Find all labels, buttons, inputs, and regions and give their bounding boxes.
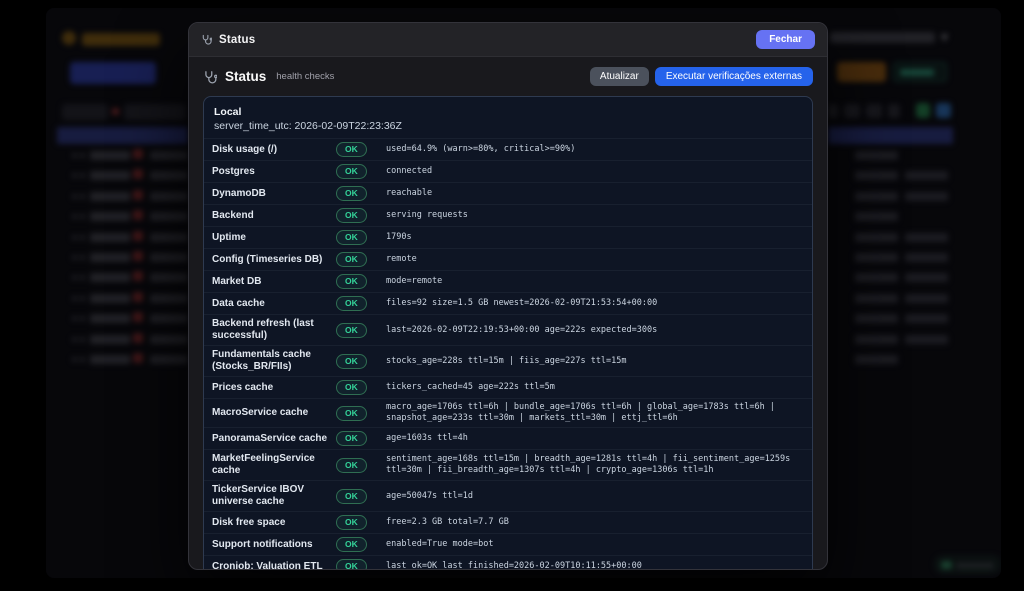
check-label: Prices cache xyxy=(212,382,330,394)
check-row: Support notifications OK enabled=True mo… xyxy=(204,533,812,555)
check-label: Fundamentals cache (Stocks_BR/FIIs) xyxy=(212,349,330,373)
check-label: Backend refresh (last successful) xyxy=(212,318,330,342)
stethoscope-icon xyxy=(203,70,217,84)
check-label: Disk usage (/) xyxy=(212,144,330,156)
check-row: Prices cache OK tickers_cached=45 age=22… xyxy=(204,376,812,398)
check-row: Disk usage (/) OK used=64.9% (warn>=80%,… xyxy=(204,138,812,160)
check-detail: last_ok=OK last_finished=2026-02-09T10:1… xyxy=(386,561,804,570)
check-detail: sentiment_age=168s ttl=15m | breadth_age… xyxy=(386,454,804,476)
stethoscope-icon xyxy=(201,34,212,45)
check-row: Config (Timeseries DB) OK remote xyxy=(204,248,812,270)
check-label: Config (Timeseries DB) xyxy=(212,254,330,266)
check-row: Data cache OK files=92 size=1.5 GB newes… xyxy=(204,292,812,314)
check-label: Market DB xyxy=(212,276,330,288)
status-ok-badge: OK xyxy=(336,323,367,338)
check-detail: serving requests xyxy=(386,210,804,221)
check-row: MacroService cache OK macro_age=1706s tt… xyxy=(204,398,812,427)
check-row: PanoramaService cache OK age=1603s ttl=4… xyxy=(204,427,812,449)
check-detail: last=2026-02-09T22:19:53+00:00 age=222s … xyxy=(386,325,804,336)
status-ok-badge: OK xyxy=(336,515,367,530)
check-detail: mode=remote xyxy=(386,276,804,287)
check-label: Data cache xyxy=(212,298,330,310)
check-label: TickerService IBOV universe cache xyxy=(212,484,330,508)
check-row: Uptime OK 1790s xyxy=(204,226,812,248)
section-title: Local xyxy=(214,105,802,119)
check-detail: age=50047s ttl=1d xyxy=(386,491,804,502)
modal-subheader: Status health checks Atualizar Executar … xyxy=(189,57,827,96)
check-label: Disk free space xyxy=(212,517,330,529)
check-row: Disk free space OK free=2.3 GB total=7.7… xyxy=(204,511,812,533)
check-detail: used=64.9% (warn>=80%, critical>=90%) xyxy=(386,144,804,155)
check-row: Postgres OK connected xyxy=(204,160,812,182)
check-detail: macro_age=1706s ttl=6h | bundle_age=1706… xyxy=(386,402,804,424)
status-ok-badge: OK xyxy=(336,406,367,421)
check-row: DynamoDB OK reachable xyxy=(204,182,812,204)
check-label: DynamoDB xyxy=(212,188,330,200)
run-external-checks-button[interactable]: Executar verificações externas xyxy=(655,67,813,86)
check-row: MarketFeelingService cache OK sentiment_… xyxy=(204,449,812,480)
check-label: Support notifications xyxy=(212,539,330,551)
status-ok-badge: OK xyxy=(336,537,367,552)
page-title: Status xyxy=(225,69,266,84)
status-ok-badge: OK xyxy=(336,252,367,267)
screen: Status Fechar Status health checks Atual… xyxy=(0,0,1024,591)
health-checks-panel: Local server_time_utc: 2026-02-09T22:23:… xyxy=(203,96,813,570)
check-row: Backend OK serving requests xyxy=(204,204,812,226)
close-button[interactable]: Fechar xyxy=(756,30,815,49)
status-ok-badge: OK xyxy=(336,142,367,157)
check-label: Backend xyxy=(212,210,330,222)
check-detail: 1790s xyxy=(386,232,804,243)
status-ok-badge: OK xyxy=(336,186,367,201)
check-label: MacroService cache xyxy=(212,407,330,419)
status-ok-badge: OK xyxy=(336,458,367,473)
modal-titlebar: Status Fechar xyxy=(189,23,827,57)
check-detail: remote xyxy=(386,254,804,265)
check-detail: stocks_age=228s ttl=15m | fiis_age=227s … xyxy=(386,356,804,367)
check-label: Postgres xyxy=(212,166,330,178)
check-detail: free=2.3 GB total=7.7 GB xyxy=(386,517,804,528)
check-detail: enabled=True mode=bot xyxy=(386,539,804,550)
modal-title: Status xyxy=(219,34,255,46)
check-detail: files=92 size=1.5 GB newest=2026-02-09T2… xyxy=(386,298,804,309)
status-ok-badge: OK xyxy=(336,489,367,504)
status-ok-badge: OK xyxy=(336,296,367,311)
check-label: MarketFeelingService cache xyxy=(212,453,330,477)
status-ok-badge: OK xyxy=(336,354,367,369)
check-row: Market DB OK mode=remote xyxy=(204,270,812,292)
status-ok-badge: OK xyxy=(336,230,367,245)
check-list: Disk usage (/) OK used=64.9% (warn>=80%,… xyxy=(204,138,812,570)
check-label: Uptime xyxy=(212,232,330,244)
check-detail: reachable xyxy=(386,188,804,199)
check-row: TickerService IBOV universe cache OK age… xyxy=(204,480,812,511)
status-ok-badge: OK xyxy=(336,380,367,395)
status-ok-badge: OK xyxy=(336,208,367,223)
check-detail: age=1603s ttl=4h xyxy=(386,433,804,444)
status-ok-badge: OK xyxy=(336,431,367,446)
page-subtitle: health checks xyxy=(276,71,334,82)
panel-header: Local server_time_utc: 2026-02-09T22:23:… xyxy=(204,103,812,138)
check-label: PanoramaService cache xyxy=(212,433,330,445)
check-detail: connected xyxy=(386,166,804,177)
status-ok-badge: OK xyxy=(336,274,367,289)
check-detail: tickers_cached=45 age=222s ttl=5m xyxy=(386,382,804,393)
status-modal: Status Fechar Status health checks Atual… xyxy=(188,22,828,570)
server-time: server_time_utc: 2026-02-09T22:23:36Z xyxy=(214,119,802,133)
refresh-button[interactable]: Atualizar xyxy=(590,67,649,86)
status-ok-badge: OK xyxy=(336,559,367,570)
check-label: Cronjob: Valuation ETL xyxy=(212,561,330,571)
check-row: Cronjob: Valuation ETL OK last_ok=OK las… xyxy=(204,555,812,570)
check-row: Fundamentals cache (Stocks_BR/FIIs) OK s… xyxy=(204,345,812,376)
check-row: Backend refresh (last successful) OK las… xyxy=(204,314,812,345)
status-ok-badge: OK xyxy=(336,164,367,179)
